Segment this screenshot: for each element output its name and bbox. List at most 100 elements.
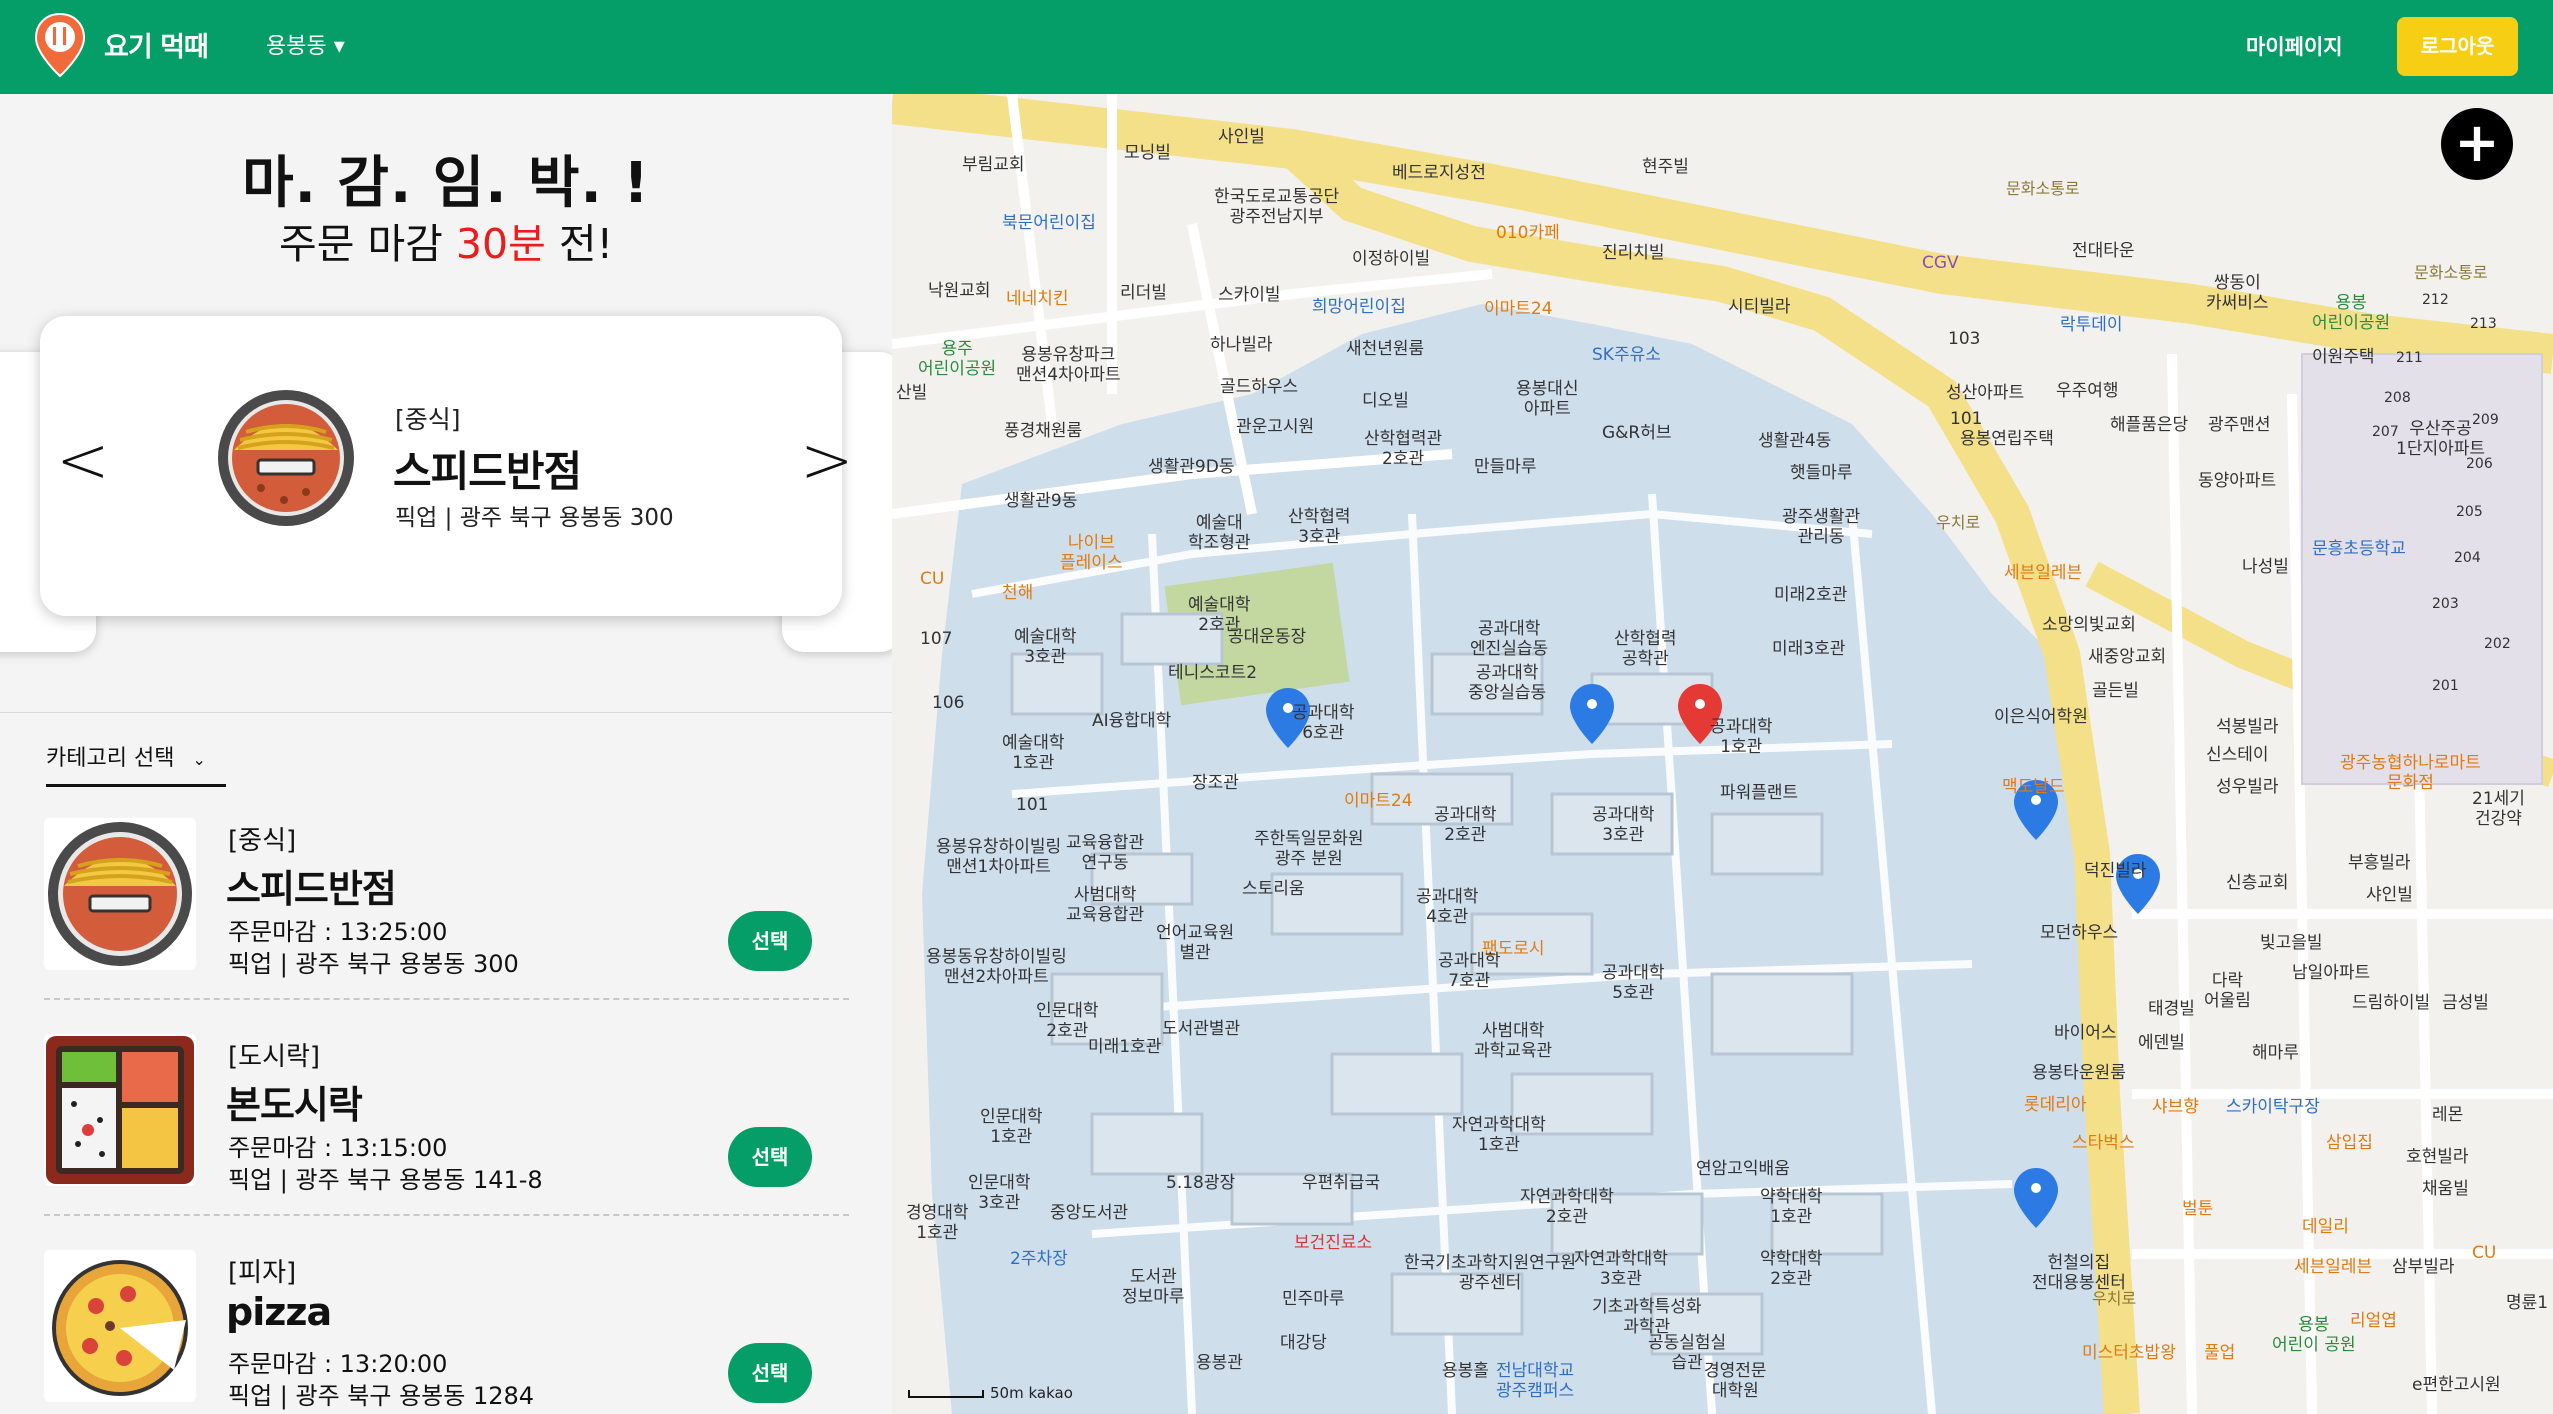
map-label: 예술대학 1호관 — [1002, 733, 1065, 773]
scale-bar — [908, 1389, 984, 1398]
building-number: 213 — [2470, 316, 2497, 332]
map-label: e편한고시원 — [2412, 1375, 2501, 1395]
map-label: 공과대학 7호관 — [1438, 951, 1501, 991]
map-label: 골드하우스 — [1220, 377, 1299, 397]
map-label: 헌철의집 전대용봉센터 — [2032, 1253, 2126, 1293]
map-label: 낙원교회 — [928, 281, 991, 301]
map-label: 생활관4동 — [1758, 431, 1832, 451]
region-selector[interactable]: 용봉동 ▾ — [266, 28, 345, 60]
select-store-button[interactable]: 선택 — [728, 1343, 812, 1403]
map-label: 광주생활관 관리동 — [1782, 507, 1861, 547]
map-label: 디오빌 — [1362, 391, 1409, 411]
map-label: 우편취급국 — [1302, 1173, 1381, 1193]
map-label: 용주 어린이공원 — [918, 339, 997, 379]
map-label: 21세기 건강약 — [2472, 789, 2525, 829]
map-label: 진리치빌 — [1602, 243, 1665, 263]
map-label: 사범대학 교육융합관 — [1066, 885, 1145, 925]
map-label: 사인빌 — [1218, 127, 1265, 147]
select-store-button[interactable]: 선택 — [728, 911, 812, 971]
category-select-label: 카테고리 선택 — [46, 746, 175, 771]
category-select-dropdown[interactable]: 카테고리 선택 ⌄ — [46, 740, 226, 787]
store-deadline: 주문마감 : 13:15:00 — [228, 1134, 448, 1162]
map-label: 해마루 — [2252, 1043, 2299, 1063]
map-label: 세븐일레븐 — [2294, 1257, 2373, 1277]
map-label: 101 — [1016, 795, 1049, 815]
carousel-prev-arrow[interactable]: < — [56, 424, 110, 498]
map-label: 햇들마루 — [1790, 463, 1853, 483]
list-divider — [44, 1214, 849, 1216]
map-label: 산빌 — [896, 383, 928, 403]
map-label: 희망어린이집 — [1312, 297, 1406, 317]
map-label: 도서관 정보마루 — [1122, 1267, 1185, 1307]
map-label: 신층교회 — [2226, 873, 2289, 893]
road-label: 문화소통로 — [2006, 179, 2080, 198]
map-label: 대강당 — [1280, 1333, 1327, 1353]
deadline-text-pre: 주문 마감 — [278, 220, 456, 268]
map-label: 공과대학 1호관 — [1710, 717, 1773, 757]
store-address: 픽업 | 광주 북구 용봉동 1284 — [228, 1382, 535, 1410]
map-label: 106 — [932, 693, 965, 713]
list-divider — [44, 998, 849, 1000]
map-provider-logo[interactable]: kakao — [1028, 1384, 1072, 1402]
map-label: 삼입집 — [2326, 1133, 2373, 1153]
building-number: 206 — [2466, 456, 2493, 472]
map-label: 북문어린이집 — [1002, 213, 1096, 233]
map-label: 바이어스 — [2054, 1023, 2117, 1043]
map-label: 공과대학 6호관 — [1292, 703, 1355, 743]
building-number: 208 — [2384, 390, 2411, 406]
building-number: 209 — [2472, 412, 2499, 428]
building-number: 202 — [2484, 636, 2511, 652]
map-label: 부림교회 — [962, 155, 1025, 175]
map-label: 모던하우스 — [2040, 923, 2119, 943]
store-list-item[interactable]: [피자] pizza 주문마감 : 13:20:00 픽업 | 광주 북구 용봉… — [44, 1250, 849, 1414]
app-logo-text[interactable]: 요기 먹때 — [104, 25, 209, 64]
map-label: 모닝빌 — [1124, 143, 1171, 163]
map-label: 나성빌 — [2242, 557, 2289, 577]
map-label: 천해 — [1002, 583, 1034, 603]
mypage-link[interactable]: 마이페이지 — [2246, 31, 2343, 61]
store-list-item[interactable]: [중식] 스피드반점 주문마감 : 13:25:00 픽업 | 광주 북구 용봉… — [44, 818, 849, 1008]
map-label: 용봉유창하이빌링 맨션1차아파트 — [936, 837, 1062, 877]
map-label: 롯데리아 — [2024, 1095, 2087, 1115]
store-name: 본도시락 — [226, 1083, 363, 1127]
map-label: 전대타운 — [2072, 241, 2135, 261]
map-label: 한국도로교통공단 광주전남지부 — [1214, 187, 1340, 227]
building-number: 211 — [2396, 350, 2423, 366]
map-label: 리얼엽 — [2350, 1311, 2397, 1331]
map-label: 빛고을빌 — [2260, 933, 2323, 953]
map-label: CU — [920, 569, 945, 589]
store-list-item[interactable]: [도시락] 본도시락 주문마감 : 13:15:00 픽업 | 광주 북구 용봉… — [44, 1034, 849, 1224]
select-store-button[interactable]: 선택 — [728, 1127, 812, 1187]
deadline-text-post: 전! — [545, 220, 614, 268]
map-label: 남일아파트 — [2292, 963, 2371, 983]
map-label: 산학협력 공학관 — [1614, 629, 1677, 669]
map-label: 민주마루 — [1282, 1289, 1345, 1309]
map-view[interactable]: 부림교회 모닝빌 사인빌 한국도로교통공단 광주전남지부 베드로지성전 현주빌 … — [892, 94, 2553, 1414]
store-panel: 마. 감. 임. 박. ! 주문 마감 30분 전! < > [중식] 스피드반… — [0, 94, 892, 1414]
map-label: 이원주택 — [2312, 347, 2375, 367]
map-label: 약학대학 1호관 — [1760, 1187, 1823, 1227]
map-label: 태경빌 — [2148, 999, 2195, 1019]
app-logo-pin-icon[interactable] — [34, 12, 86, 78]
map-label: 이마트24 — [1344, 791, 1413, 811]
map-label: 우주여행 — [2056, 381, 2119, 401]
logout-button[interactable]: 로그아웃 — [2397, 17, 2518, 76]
map-label: 용봉유창파크 맨션4차아파트 — [1016, 345, 1121, 385]
add-location-button[interactable]: + — [2441, 108, 2513, 180]
map-label: 부흥빌라 — [2348, 853, 2411, 873]
map-label: 풀업 — [2204, 1343, 2236, 1363]
map-label: 석봉빌라 — [2216, 717, 2279, 737]
road-label: 우치로 — [2092, 1289, 2137, 1308]
map-label: 베드로지성전 — [1392, 163, 1486, 183]
building-number: 201 — [2432, 678, 2459, 694]
map-label: 주한독일문화원 광주 분원 — [1254, 829, 1364, 869]
map-label: 미래2호관 — [1774, 585, 1848, 605]
map-label: 전남대학교 광주캠퍼스 — [1496, 1361, 1575, 1401]
map-label: 새천년원룸 — [1346, 339, 1425, 359]
map-label: 연암고익배움 — [1696, 1159, 1790, 1179]
carousel-next-arrow[interactable]: > — [800, 424, 854, 498]
map-label: 중앙도서관 — [1050, 1203, 1129, 1223]
featured-store-category: [중식] — [395, 405, 461, 434]
map-label: 2주차장 — [1010, 1249, 1068, 1269]
map-label: 약학대학 2호관 — [1760, 1249, 1823, 1289]
